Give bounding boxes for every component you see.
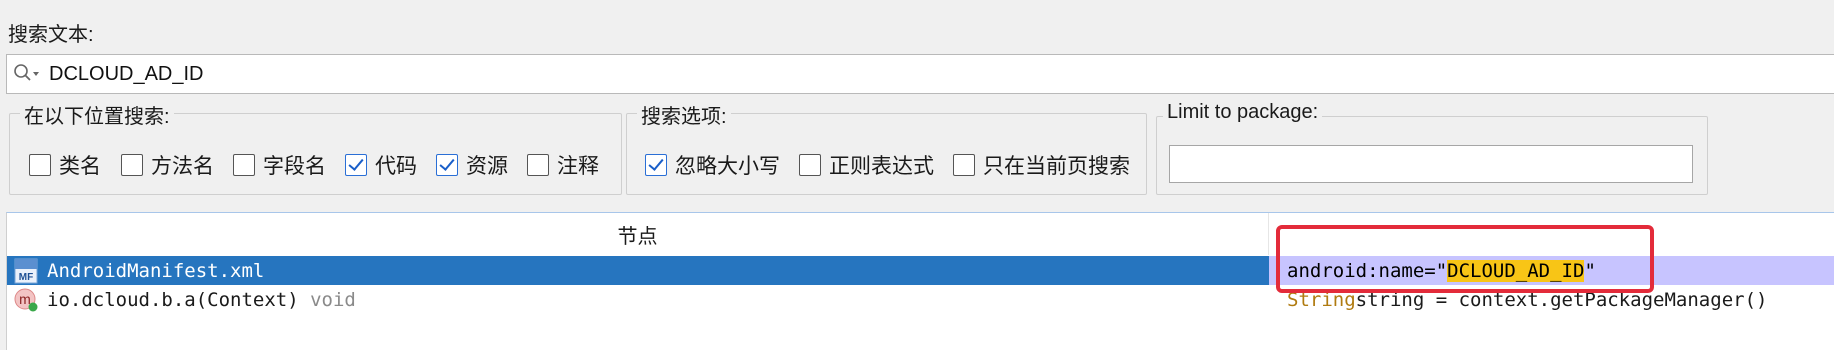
option-code[interactable]: 代码 [345, 150, 417, 180]
search-icon[interactable] [11, 55, 45, 93]
option-label: 字段名 [263, 155, 326, 178]
code-suffix: " [1584, 259, 1596, 282]
option-resource[interactable]: 资源 [436, 150, 508, 180]
option-label: 资源 [466, 155, 508, 178]
option-label: 方法名 [151, 155, 214, 178]
option-field-name[interactable]: 字段名 [233, 150, 326, 180]
current-page-only-checkbox[interactable] [953, 154, 975, 176]
ignore-case-checkbox[interactable] [645, 154, 667, 176]
code-checkbox[interactable] [345, 154, 367, 176]
node-name: io.dcloud.b.a(Context) [47, 288, 299, 311]
result-code-cell[interactable]: String string = context.getPackageManage… [1269, 285, 1834, 314]
result-node-cell[interactable]: MF AndroidManifest.xml [7, 256, 1269, 285]
option-label: 类名 [59, 155, 101, 178]
option-label: 注释 [557, 155, 599, 178]
option-comment[interactable]: 注释 [527, 150, 599, 180]
return-type: void [298, 288, 356, 311]
search-field[interactable] [6, 54, 1834, 94]
search-in-title: 在以下位置搜索: [20, 100, 174, 129]
code-prefix: android:name=" [1287, 259, 1448, 282]
option-current-page-only[interactable]: 只在当前页搜索 [953, 150, 1130, 180]
node-name: AndroidManifest.xml [47, 259, 265, 282]
result-node-cell[interactable]: m io.dcloud.b.a(Context) void [7, 285, 1269, 314]
limit-package-title: Limit to package: [1163, 101, 1323, 124]
method-name-checkbox[interactable] [121, 154, 143, 176]
option-class-name[interactable]: 类名 [29, 150, 101, 180]
option-ignore-case[interactable]: 忽略大小写 [645, 150, 780, 180]
package-input[interactable] [1169, 145, 1693, 183]
option-regex[interactable]: 正则表达式 [799, 150, 934, 180]
column-header-node[interactable]: 节点 [7, 213, 1269, 255]
search-input[interactable] [45, 56, 1745, 92]
column-header-code[interactable] [1269, 213, 1834, 255]
code-type: String [1287, 288, 1356, 311]
method-icon: m [13, 287, 39, 313]
manifest-file-icon: MF [13, 258, 39, 284]
option-label: 忽略大小写 [675, 155, 780, 178]
search-text-label: 搜索文本: [8, 24, 94, 46]
method-icon-text: m [19, 291, 31, 307]
option-label: 只在当前页搜索 [983, 155, 1130, 178]
option-method-name[interactable]: 方法名 [121, 150, 214, 180]
column-header-label: 节点 [617, 225, 658, 248]
result-code-cell[interactable]: android:name=" DCLOUD_AD_ID " [1269, 256, 1834, 285]
match-highlight: DCLOUD_AD_ID [1447, 259, 1585, 282]
search-options-title: 搜索选项: [637, 100, 731, 129]
class-name-checkbox[interactable] [29, 154, 51, 176]
field-name-checkbox[interactable] [233, 154, 255, 176]
option-label: 代码 [375, 155, 417, 178]
option-label: 正则表达式 [829, 155, 934, 178]
resource-checkbox[interactable] [436, 154, 458, 176]
result-row[interactable]: MF AndroidManifest.xml android:name=" DCL… [7, 256, 1834, 285]
comment-checkbox[interactable] [527, 154, 549, 176]
regex-checkbox[interactable] [799, 154, 821, 176]
manifest-icon-text: MF [19, 272, 33, 283]
code-rest: string = context.getPackageManager() [1355, 288, 1768, 311]
result-row[interactable]: m io.dcloud.b.a(Context) void String str… [7, 285, 1834, 314]
results-table: 节点 MF AndroidManifest.xml android:name="… [6, 212, 1834, 350]
